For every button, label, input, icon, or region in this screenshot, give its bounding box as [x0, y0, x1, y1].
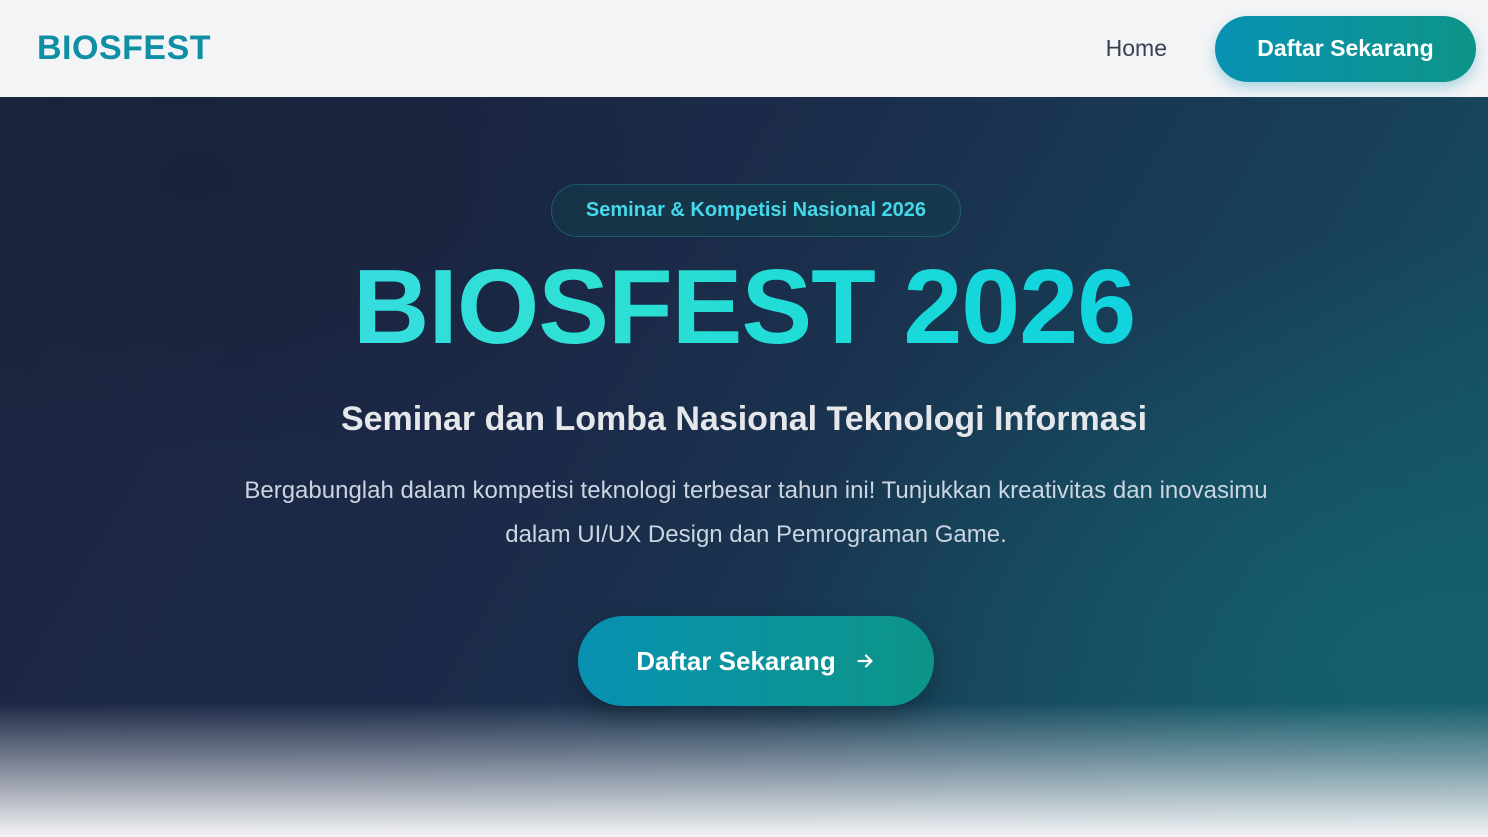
nav-link-home[interactable]: Home — [1106, 35, 1167, 62]
hero-description: Bergabunglah dalam kompetisi teknologi t… — [244, 477, 1268, 548]
hero-register-label: Daftar Sekarang — [636, 645, 836, 676]
arrow-right-icon — [854, 650, 876, 672]
event-badge: Seminar & Kompetisi Nasional 2026 — [551, 184, 961, 237]
hero-register-button[interactable]: Daftar Sekarang — [578, 616, 934, 706]
nav-menu: Home Daftar Sekarang — [1106, 15, 1476, 82]
navbar: BIOSFEST Home Daftar Sekarang — [0, 0, 1488, 97]
hero-section: Seminar & Kompetisi Nasional 2026 BIOSFE… — [0, 97, 1488, 837]
header-register-button[interactable]: Daftar Sekarang — [1215, 15, 1476, 82]
brand-logo[interactable]: BIOSFEST — [37, 29, 211, 68]
hero-bottom-fade — [0, 702, 1488, 837]
hero-title: BIOSFEST 2026 — [0, 247, 1488, 367]
hero-subtitle: Seminar dan Lomba Nasional Teknologi Inf… — [340, 400, 1148, 438]
